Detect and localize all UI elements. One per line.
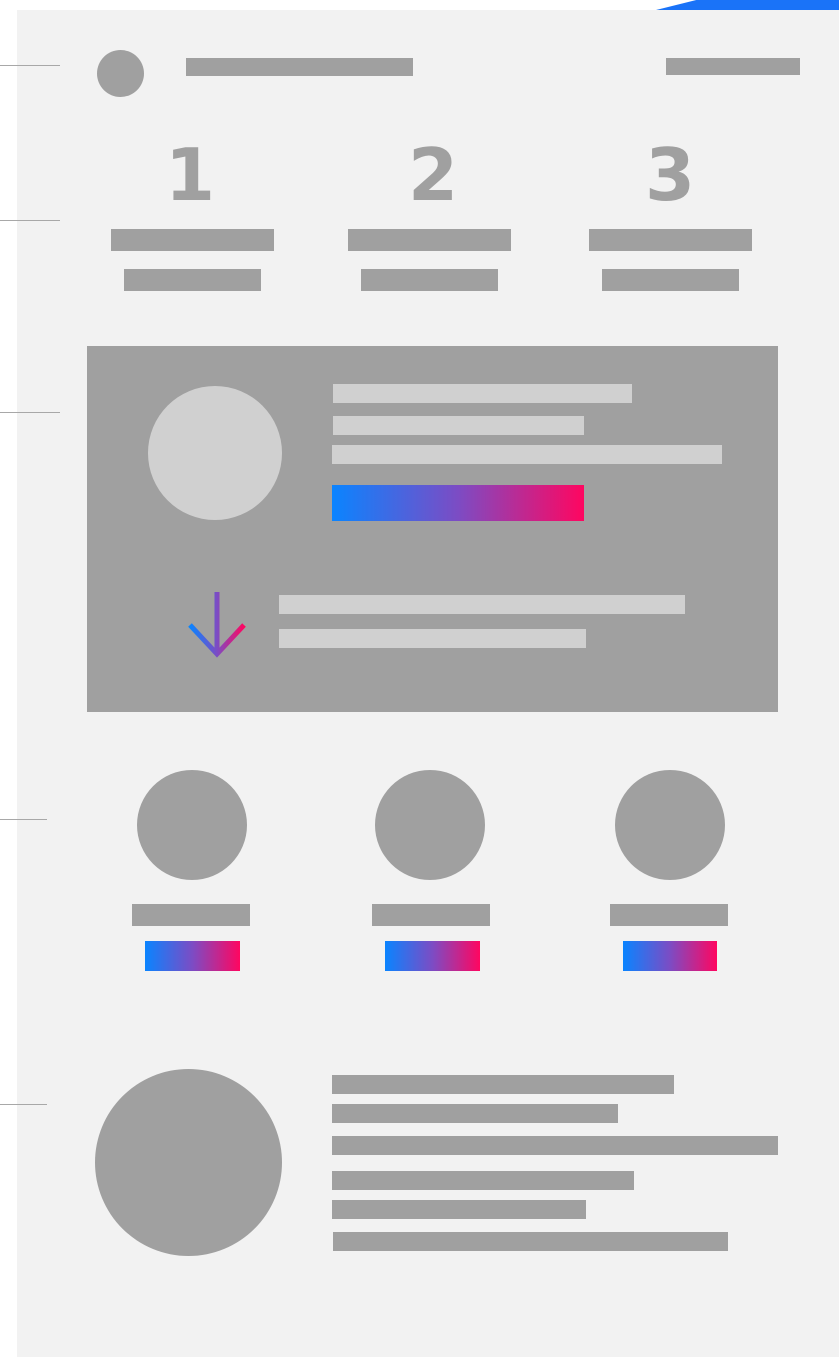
guide-line-feature — [0, 412, 60, 413]
guide-line-steps — [0, 220, 60, 221]
step-number-1: 1 — [164, 133, 216, 217]
feature-subheading-placeholder — [333, 416, 584, 435]
profile-text-line-2 — [332, 1104, 618, 1123]
card-3-button[interactable] — [623, 941, 717, 971]
step-2-text-placeholder — [361, 269, 498, 291]
header-title-placeholder — [186, 58, 413, 76]
profile-image-placeholder — [95, 1069, 282, 1256]
step-1-text-placeholder — [124, 269, 261, 291]
feature-note-line-2 — [279, 629, 586, 648]
step-number-2: 2 — [407, 133, 459, 217]
profile-text-line-4 — [332, 1171, 634, 1190]
corner-accent — [656, 0, 839, 10]
header-logo-icon[interactable] — [97, 50, 144, 97]
feature-text-placeholder — [332, 445, 722, 464]
guide-line-header — [0, 65, 60, 66]
guide-line-profile — [0, 1104, 47, 1105]
step-3-text-placeholder — [602, 269, 739, 291]
step-2-title-placeholder — [348, 229, 511, 251]
feature-heading-placeholder — [333, 384, 632, 403]
card-1-image-placeholder — [137, 770, 247, 880]
feature-note-line-1 — [279, 595, 685, 614]
step-number-3: 3 — [644, 133, 696, 217]
card-2-title-placeholder — [372, 904, 490, 926]
guide-line-cards — [0, 819, 47, 820]
profile-text-line-6 — [333, 1232, 728, 1251]
card-1-button[interactable] — [145, 941, 240, 971]
card-3-title-placeholder — [610, 904, 728, 926]
profile-text-line-5 — [332, 1200, 586, 1219]
arrow-down-icon — [188, 592, 246, 658]
card-3-image-placeholder — [615, 770, 725, 880]
profile-text-line-3 — [332, 1136, 778, 1155]
card-2-button[interactable] — [385, 941, 480, 971]
step-3-title-placeholder — [589, 229, 752, 251]
step-1-title-placeholder — [111, 229, 274, 251]
feature-image-placeholder — [148, 386, 282, 520]
card-1-title-placeholder — [132, 904, 250, 926]
feature-cta-button[interactable] — [332, 485, 584, 521]
card-2-image-placeholder — [375, 770, 485, 880]
profile-text-line-1 — [332, 1075, 674, 1094]
header-nav-placeholder[interactable] — [666, 58, 800, 75]
